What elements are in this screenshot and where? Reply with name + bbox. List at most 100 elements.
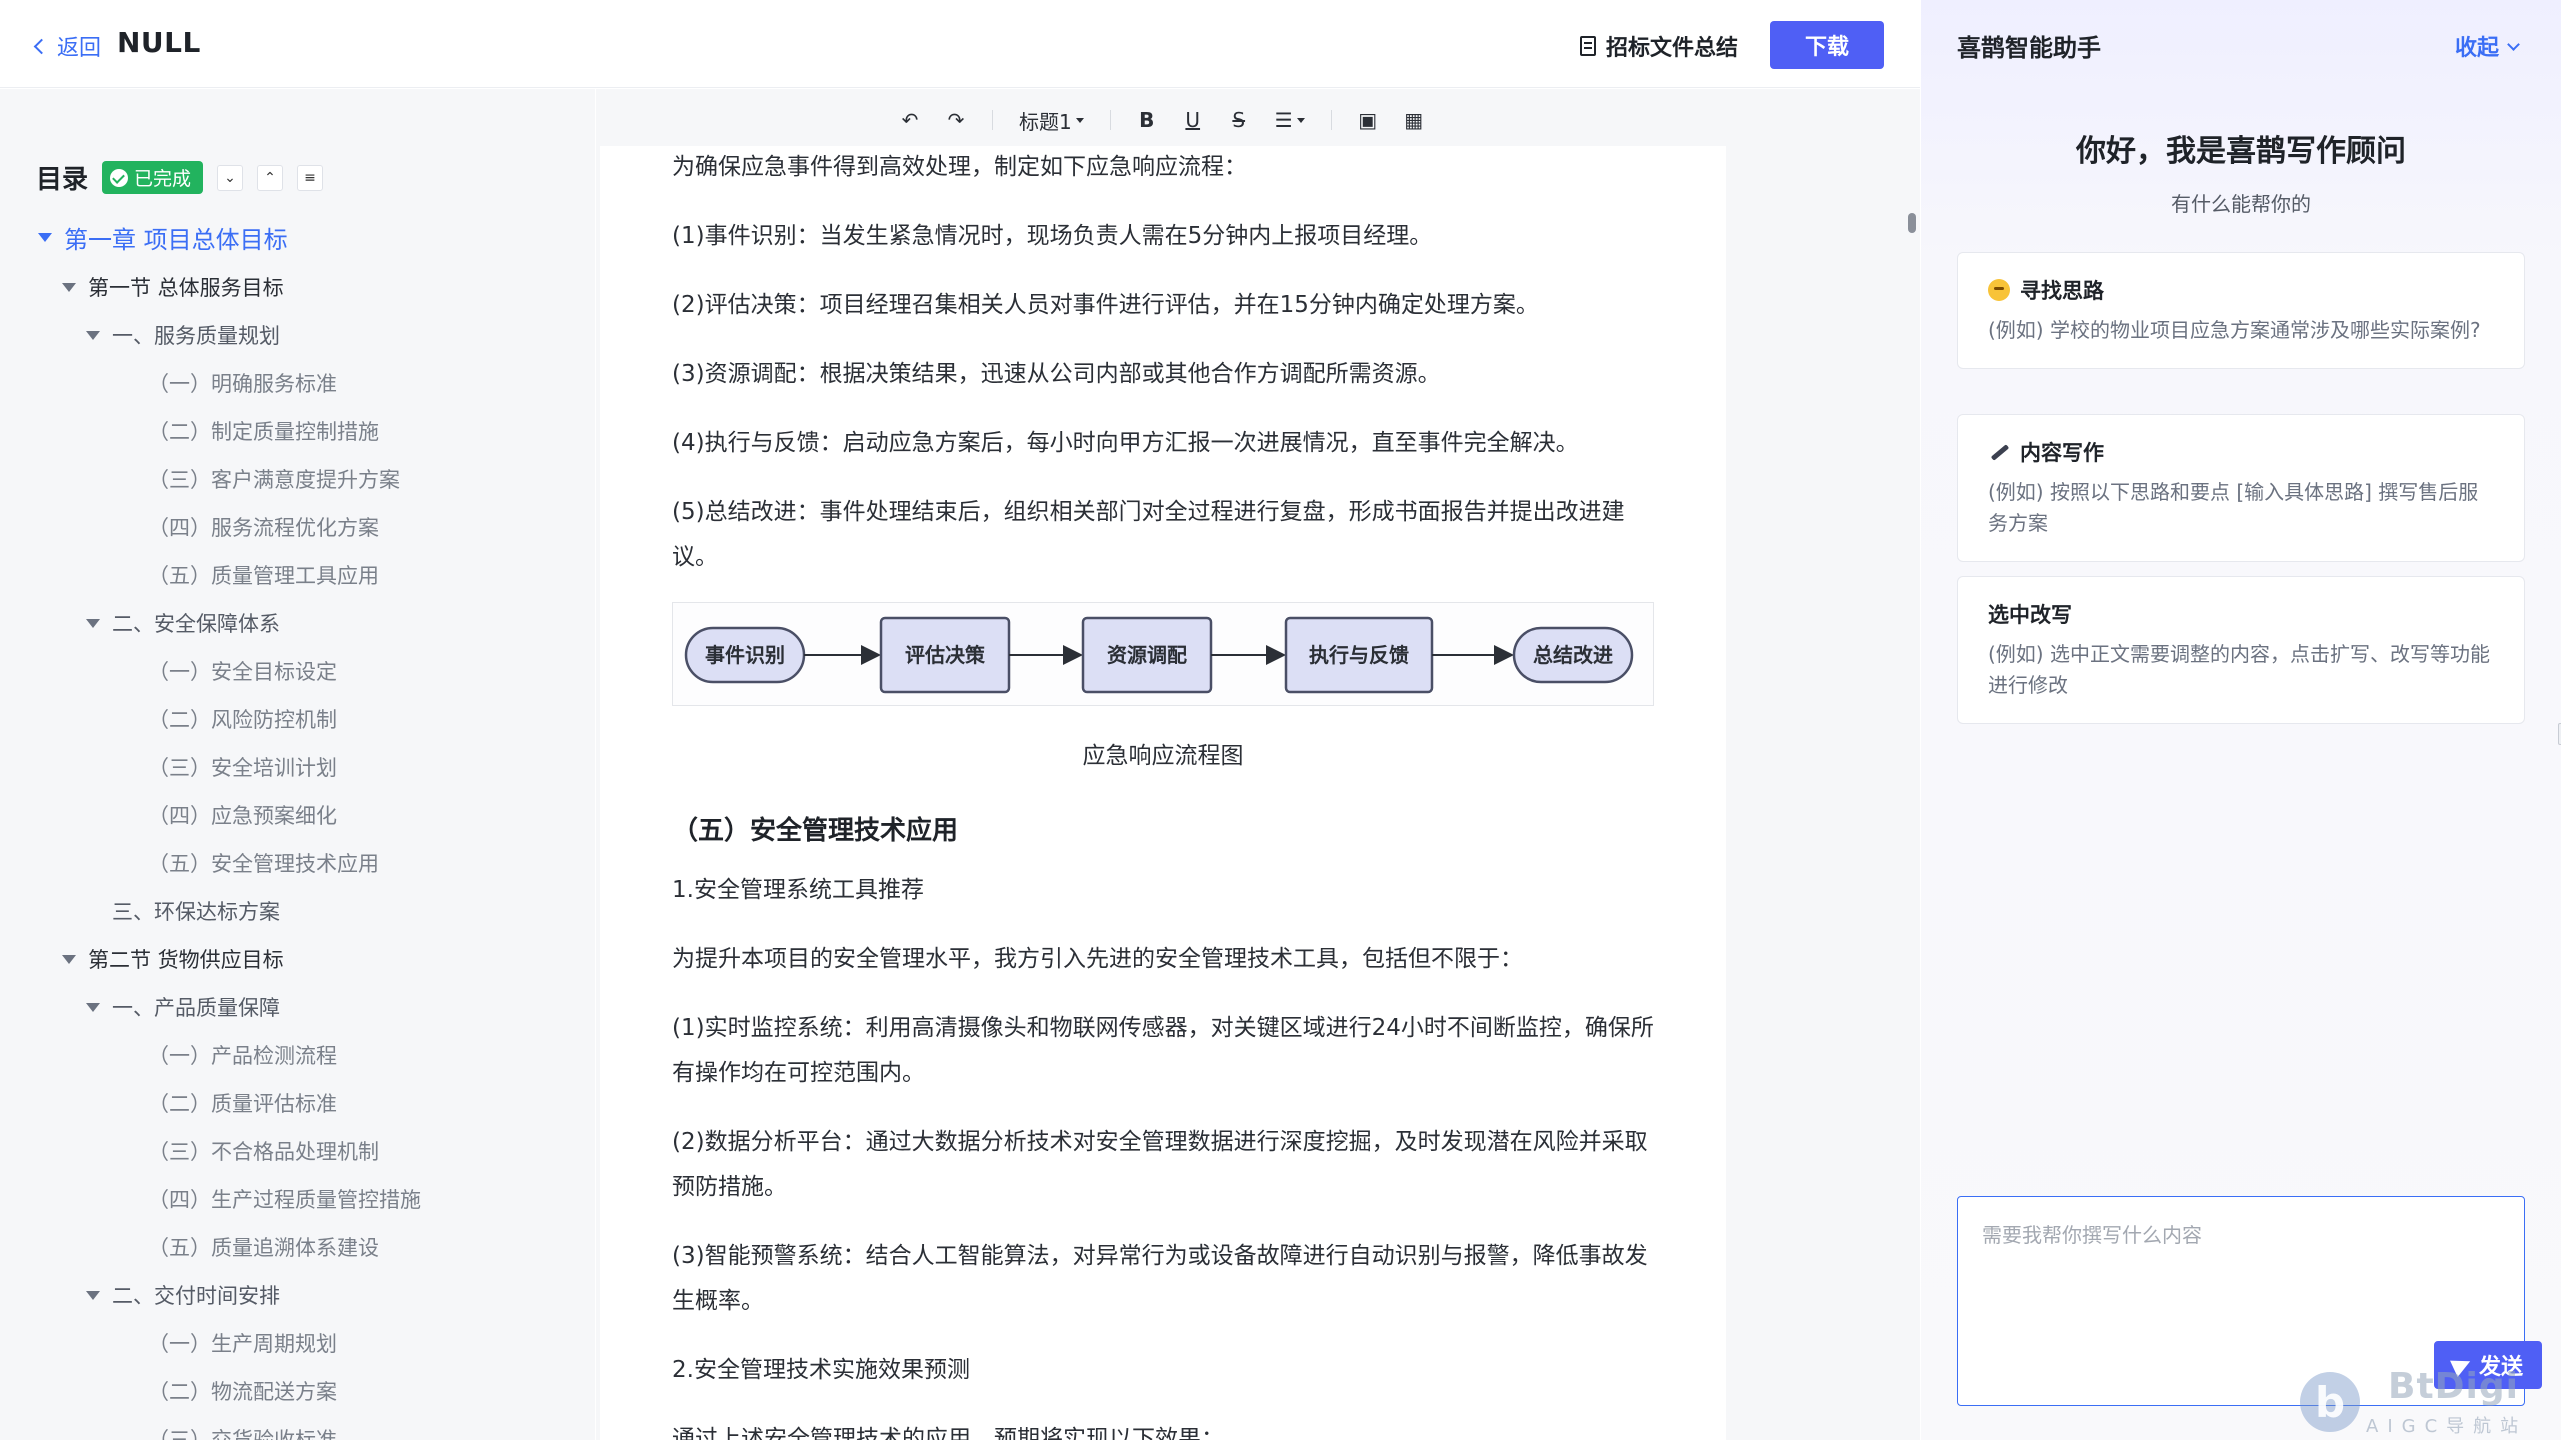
caret-down-icon[interactable] bbox=[86, 1290, 100, 1300]
chevron-left-icon bbox=[33, 38, 50, 54]
toc-item-level-4[interactable]: （三）交货验收标准 bbox=[148, 1419, 337, 1440]
toc-sidebar: 目录 已完成 ⌄ ⌃ ≡ 第一章 项目总体目标第一节 总体服务目标一、服务质量规… bbox=[0, 89, 595, 1440]
toc-item-level-2[interactable]: 第二节 货物供应目标 bbox=[62, 939, 284, 979]
editor-scrollbar[interactable] bbox=[1908, 213, 1916, 233]
download-button[interactable]: 下载 bbox=[1770, 21, 1884, 69]
toc-item-label: （四）生产过程质量管控措施 bbox=[148, 1188, 421, 1212]
toc-item-level-4[interactable]: （一）产品检测流程 bbox=[148, 1035, 337, 1075]
undo-icon[interactable]: ↶ bbox=[900, 108, 920, 132]
card-title: 寻找思路 bbox=[2020, 279, 2104, 303]
assistant-panel: 喜鹊智能助手 收起 你好，我是喜鹊写作顾问 有什么能帮你的 寻找思路 (例如) … bbox=[1921, 0, 2561, 1440]
card-description: (例如) 学校的物业项目应急方案通常涉及哪些实际案例? bbox=[1988, 318, 2481, 342]
table-icon[interactable]: ▦ bbox=[1404, 108, 1424, 132]
underline-icon[interactable]: U bbox=[1183, 108, 1203, 132]
collapse-button[interactable]: 收起 bbox=[2455, 30, 2520, 62]
toc-item-label: （二）风险防控机制 bbox=[148, 708, 337, 732]
toc-item-label: （一）明确服务标准 bbox=[148, 372, 337, 396]
toc-item-level-3[interactable]: 一、服务质量规划 bbox=[86, 315, 280, 355]
toc-item-level-3[interactable]: 一、产品质量保障 bbox=[86, 987, 280, 1027]
collapse-all-button[interactable]: ⌃ bbox=[257, 164, 284, 191]
flowchart-image[interactable]: 事件识别 评估决策 资源调配 执行与反馈 总结改进 bbox=[672, 602, 1654, 706]
caret-down-icon[interactable] bbox=[62, 954, 76, 964]
toc-item-level-4[interactable]: （四）生产过程质量管控措施 bbox=[148, 1179, 421, 1219]
toc-item-label: （一）生产周期规划 bbox=[148, 1332, 337, 1356]
toc-item-level-3[interactable]: 三、环保达标方案 bbox=[112, 891, 280, 931]
toolbar-divider bbox=[1109, 110, 1111, 130]
paragraph-step: (1)事件识别：当发生紧急情况时，现场负责人需在5分钟内上报项目经理。 bbox=[672, 223, 1433, 249]
pen-icon bbox=[1988, 441, 2010, 463]
watermark-tagline: AIGC导航站 bbox=[2366, 1416, 2528, 1437]
toc-item-level-4[interactable]: （四）服务流程优化方案 bbox=[148, 507, 379, 547]
toc-item-level-1[interactable]: 第一章 项目总体目标 bbox=[38, 217, 288, 257]
caret-down-icon[interactable] bbox=[62, 282, 76, 292]
bold-icon[interactable]: B bbox=[1137, 108, 1157, 132]
card-title: 选中改写 bbox=[1988, 603, 2072, 627]
document-icon bbox=[1580, 36, 1596, 56]
caret-down-icon[interactable] bbox=[86, 1002, 100, 1012]
subheading: 2.安全管理技术实施效果预测 bbox=[672, 1357, 970, 1383]
caret-down-icon bbox=[1296, 117, 1305, 123]
paragraph-tool: (2)数据分析平台：通过大数据分析技术对安全管理数据进行深度挖掘，及时发现潜在风… bbox=[672, 1129, 1648, 1200]
toc-item-label: （一）安全目标设定 bbox=[148, 660, 337, 684]
suggestion-card-writing[interactable]: 内容写作 (例如) 按照以下思路和要点 [输入具体思路] 撰写售后服务方案 bbox=[1957, 414, 2525, 562]
toc-header: 目录 已完成 ⌄ ⌃ ≡ bbox=[36, 159, 324, 196]
toc-item-level-4[interactable]: （三）安全培训计划 bbox=[148, 747, 337, 787]
align-select[interactable]: ☰ bbox=[1275, 108, 1305, 132]
expand-all-button[interactable]: ⌄ bbox=[217, 164, 244, 191]
redo-icon[interactable]: ↷ bbox=[946, 108, 966, 132]
toc-item-level-4[interactable]: （三）客户满意度提升方案 bbox=[148, 459, 400, 499]
caret-down-icon[interactable] bbox=[86, 618, 100, 628]
toc-item-level-4[interactable]: （三）不合格品处理机制 bbox=[148, 1131, 379, 1171]
toc-item-level-4[interactable]: （二）物流配送方案 bbox=[148, 1371, 337, 1411]
suggestion-card-rewrite[interactable]: 选中改写 (例如) 选中正文需要调整的内容，点击扩写、改写等功能进行修改 bbox=[1957, 576, 2561, 745]
paragraph-tail: 通过上述安全管理技术的应用，预期将实现以下效果： bbox=[672, 1426, 1224, 1440]
caret-down-icon[interactable] bbox=[38, 232, 52, 242]
flow-node-label: 事件识别 bbox=[705, 643, 785, 667]
toc-item-level-4[interactable]: （五）安全管理技术应用 bbox=[148, 843, 379, 883]
paragraph-intro: 为确保应急事件得到高效处理，制定如下应急响应流程： bbox=[672, 154, 1247, 180]
tender-summary-button[interactable]: 招标文件总结 bbox=[1580, 30, 1738, 62]
card-description: (例如) 选中正文需要调整的内容，点击扩写、改写等功能进行修改 bbox=[1988, 642, 2490, 697]
paragraph-tools-intro: 为提升本项目的安全管理水平，我方引入先进的安全管理技术工具，包括但不限于： bbox=[672, 946, 1523, 972]
tender-summary-label: 招标文件总结 bbox=[1606, 36, 1739, 61]
toc-item-level-4[interactable]: （四）应急预案细化 bbox=[148, 795, 337, 835]
suggestion-card-ideas[interactable]: 寻找思路 (例如) 学校的物业项目应急方案通常涉及哪些实际案例? bbox=[1957, 252, 2525, 369]
heading-select[interactable]: 标题1 bbox=[1019, 106, 1084, 135]
toc-item-label: （三）交货验收标准 bbox=[148, 1428, 337, 1440]
toc-item-level-4[interactable]: （一）安全目标设定 bbox=[148, 651, 337, 691]
toc-item-label: 三、环保达标方案 bbox=[112, 900, 280, 924]
back-button[interactable]: 返回 bbox=[33, 30, 102, 62]
subheading: 1.安全管理系统工具推荐 bbox=[672, 877, 924, 903]
toc-item-label: （一）产品检测流程 bbox=[148, 1044, 337, 1068]
toc-item-level-2[interactable]: 第一节 总体服务目标 bbox=[62, 267, 284, 307]
toc-item-label: （三）不合格品处理机制 bbox=[148, 1140, 379, 1164]
toc-item-level-4[interactable]: （二）风险防控机制 bbox=[148, 699, 337, 739]
toc-item-label: 第一节 总体服务目标 bbox=[88, 276, 284, 300]
paragraph-tool: (3)智能预警系统：结合人工智能算法，对异常行为或设备故障进行自动识别与报警，降… bbox=[672, 1243, 1648, 1314]
toc-item-level-4[interactable]: （五）质量追溯体系建设 bbox=[148, 1227, 379, 1267]
strikethrough-icon[interactable]: S bbox=[1229, 108, 1249, 132]
toc-item-level-4[interactable]: （一）明确服务标准 bbox=[148, 363, 337, 403]
toc-item-level-4[interactable]: （五）质量管理工具应用 bbox=[148, 555, 379, 595]
image-icon[interactable]: ▣ bbox=[1358, 108, 1378, 132]
flow-node-label: 评估决策 bbox=[905, 643, 986, 667]
toc-item-label: 二、安全保障体系 bbox=[112, 612, 280, 636]
toc-item-level-4[interactable]: （二）制定质量控制措施 bbox=[148, 411, 379, 451]
toc-item-level-4[interactable]: （一）生产周期规划 bbox=[148, 1323, 337, 1363]
section-heading: （五）安全管理技术应用 bbox=[672, 816, 959, 846]
toc-item-label: （五）安全管理技术应用 bbox=[148, 852, 379, 876]
toc-menu-button[interactable]: ≡ bbox=[297, 164, 324, 191]
align-left-icon: ☰ bbox=[1274, 108, 1293, 132]
document-page[interactable]: 为确保应急事件得到高效处理，制定如下应急响应流程： (1)事件识别：当发生紧急情… bbox=[600, 146, 1726, 1440]
check-circle-icon bbox=[110, 168, 129, 187]
toc-item-level-3[interactable]: 二、交付时间安排 bbox=[86, 1275, 280, 1315]
document-title: NULL bbox=[117, 26, 201, 59]
watermark: b BtDigi AIGC导航站 bbox=[2300, 1366, 2540, 1437]
toc-item-level-3[interactable]: 二、安全保障体系 bbox=[86, 603, 280, 643]
caret-down-icon bbox=[1075, 117, 1084, 123]
toc-item-level-4[interactable]: （二）质量评估标准 bbox=[148, 1083, 337, 1123]
caret-down-icon[interactable] bbox=[86, 330, 100, 340]
toc-item-label: （二）物流配送方案 bbox=[148, 1380, 337, 1404]
back-label: 返回 bbox=[57, 36, 102, 61]
card-title: 内容写作 bbox=[2020, 441, 2104, 465]
